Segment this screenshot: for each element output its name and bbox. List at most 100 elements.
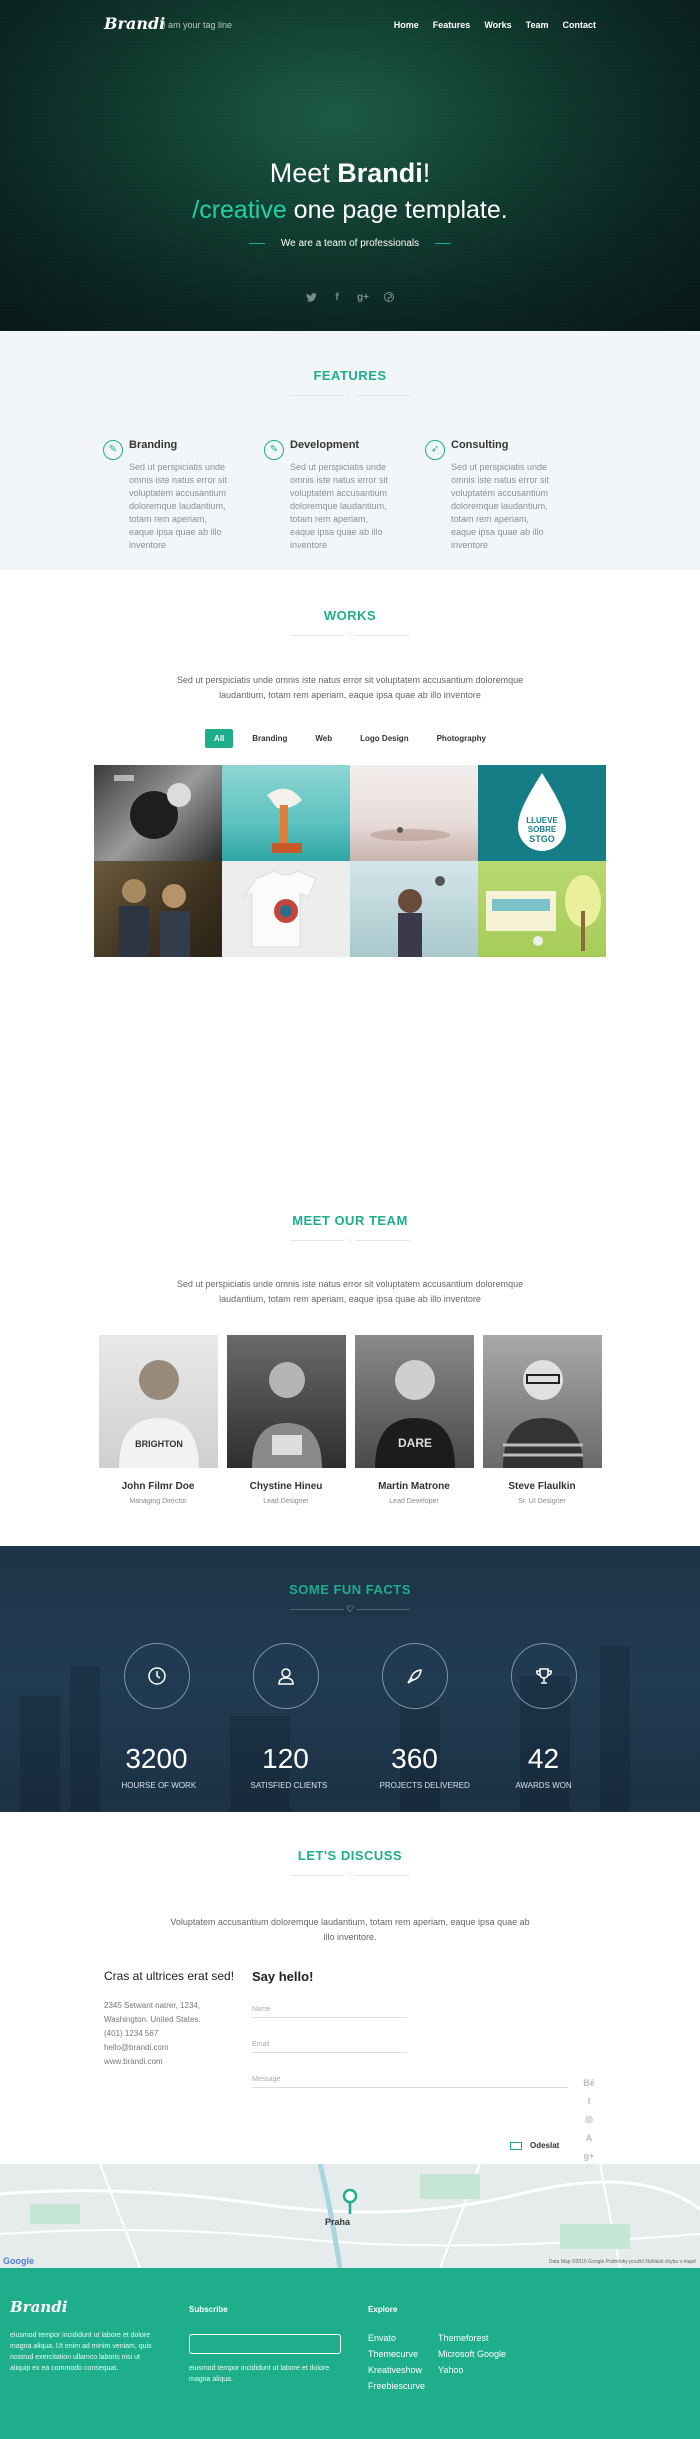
team-member[interactable]: Chystine Hineu Lead Designer <box>226 1335 346 1505</box>
subscribe-text: eiusmod tempor incididunt ut labore et d… <box>189 2365 330 2383</box>
behance-icon[interactable]: Bē <box>583 2078 595 2088</box>
discuss-title: LET'S DISCUSS <box>297 1848 403 1863</box>
envato-icon[interactable]: A <box>583 2133 595 2143</box>
portfolio-item-gorilla[interactable] <box>94 765 222 861</box>
team-member[interactable]: Steve Flaulkin Sr. UI Designer <box>482 1335 602 1505</box>
map-attribution[interactable]: Data Map ©2016 Google Podmínky použití N… <box>549 2259 696 2265</box>
footer-link[interactable]: Themecurve <box>368 2349 425 2359</box>
portfolio-item-tshirt[interactable] <box>222 861 350 957</box>
nav-contact[interactable]: Contact <box>563 20 597 30</box>
name-field[interactable]: Name <box>252 2000 407 2018</box>
svg-text:STGO: STGO <box>529 834 555 844</box>
portfolio-item-poster[interactable]: LLUEVE SOBRE STGO <box>478 765 606 861</box>
twitter-icon[interactable] <box>304 290 318 304</box>
rocket-icon <box>381 1643 448 1709</box>
portfolio-item-girl[interactable] <box>350 861 478 957</box>
title-divider: ♡ <box>290 1234 410 1246</box>
email-field[interactable]: Email <box>252 2035 407 2053</box>
nav-home[interactable]: Home <box>394 20 419 30</box>
member-role: Lead Developer <box>389 1498 439 1505</box>
feature-branding: ✎ Branding Sed ut perspiciatis unde omni… <box>103 439 234 552</box>
feature-consulting: ➶ Consulting Sed ut perspiciatis unde om… <box>425 439 556 552</box>
nav-works[interactable]: Works <box>484 20 511 30</box>
footer-link[interactable]: Kreativeshow <box>368 2365 425 2375</box>
facebook-icon[interactable]: f <box>330 290 344 304</box>
title-divider: ♡ <box>290 1869 410 1881</box>
svg-text:DARE: DARE <box>397 1436 431 1450</box>
footer-link[interactable]: Freebiescurve <box>368 2381 425 2391</box>
footer-link[interactable]: Themeforest <box>438 2333 506 2343</box>
logo[interactable]: Brandi <box>104 14 165 33</box>
team-intro: Sed ut perspiciatis unde omnis iste natu… <box>176 1279 524 1304</box>
heart-icon: ♡ <box>344 1603 356 1615</box>
portfolio-filters: All Branding Web Logo Design Photography <box>0 729 700 748</box>
fact-projects: 360 PROJECTS DELIVERED <box>380 1643 470 1790</box>
member-role: Lead Designer <box>263 1498 309 1505</box>
team-member[interactable]: BRIGHTON John Filmr Doe Managing Directo… <box>98 1335 218 1505</box>
member-name: Chystine Hineu <box>249 1481 323 1492</box>
svg-text:BRIGHTON: BRIGHTON <box>135 1439 183 1449</box>
works-section: WORKS ♡ Sed ut perspiciatis unde omnis i… <box>0 570 700 1213</box>
message-field[interactable]: Message <box>252 2070 568 2088</box>
member-photo <box>482 1335 602 1468</box>
member-photo: BRIGHTON <box>98 1335 218 1468</box>
website-link[interactable]: www.brandi.com <box>104 2055 244 2069</box>
footer: Brandi eiusmod tempor incididunt ut labo… <box>0 2268 700 2439</box>
portfolio-item-soldiers[interactable] <box>94 861 222 957</box>
dribbble-icon[interactable]: ◎ <box>583 2114 595 2125</box>
contact-form: Say hello! Name Email Message <box>252 1969 568 2105</box>
works-intro: Sed ut perspiciatis unde omnis iste natu… <box>176 675 524 700</box>
email-link[interactable]: hello@brandi.com <box>104 2041 244 2055</box>
filter-all[interactable]: All <box>205 729 234 748</box>
nav-features[interactable]: Features <box>433 20 471 30</box>
portfolio-item-pelican[interactable] <box>222 765 350 861</box>
pencil-icon: ✎ <box>103 440 123 460</box>
fact-awards: 42 AWARDS WON <box>509 1643 579 1790</box>
pinterest-icon[interactable] <box>382 290 396 304</box>
svg-text:LLUEVE: LLUEVE <box>526 816 558 825</box>
address-line: Washington. United States. <box>104 2015 201 2024</box>
heart-icon: ♡ <box>344 1869 356 1881</box>
heart-icon: ♡ <box>344 629 356 641</box>
footer-link[interactable]: Microsoft Google <box>438 2349 506 2359</box>
fact-label: SATISFIED CLIENTS <box>250 1781 328 1790</box>
footer-about: eiusmod tempor incididunt ut labore et d… <box>10 2332 152 2372</box>
fact-label: HOURSE OF WORK <box>121 1781 197 1790</box>
filter-branding[interactable]: Branding <box>243 729 296 748</box>
twitter-icon[interactable]: t <box>583 2096 595 2106</box>
portfolio-item-illustration[interactable] <box>478 861 606 957</box>
nav-team[interactable]: Team <box>526 20 549 30</box>
title-divider: ♡ <box>290 629 410 641</box>
filter-photography[interactable]: Photography <box>428 729 495 748</box>
subscribe-input[interactable] <box>189 2334 341 2354</box>
feature-text: Sed ut perspiciatis unde omnis iste natu… <box>129 462 228 550</box>
google-plus-icon[interactable]: g+ <box>583 2151 595 2161</box>
map-section[interactable]: Praha Google Data Map ©2016 Google Podmí… <box>0 2164 700 2268</box>
member-photo <box>226 1335 346 1468</box>
team-member[interactable]: DARE Martin Matrone Lead Developer <box>354 1335 474 1505</box>
form-heading: Say hello! <box>252 1969 314 1984</box>
fact-hours: 3200 HOURSE OF WORK <box>121 1643 197 1790</box>
subscribe-title: Subscribe <box>189 2305 228 2314</box>
map-city-label: Praha <box>325 2217 351 2227</box>
portfolio-item-beach[interactable] <box>350 765 478 861</box>
filter-logo-design[interactable]: Logo Design <box>351 729 417 748</box>
google-plus-icon[interactable]: g+ <box>356 290 370 304</box>
title-divider: ♡ <box>290 389 410 401</box>
footer-link[interactable]: Envato <box>368 2333 425 2343</box>
feature-title: Development <box>290 439 360 451</box>
feature-text: Sed ut perspiciatis unde omnis iste natu… <box>290 462 389 550</box>
footer-logo[interactable]: Brandi <box>10 2298 67 2316</box>
hero-heading: Meet Brandi! <box>269 158 431 188</box>
explore-title: Explore <box>368 2305 398 2314</box>
hero-tagline: We are a team of professionals <box>0 238 700 249</box>
user-icon <box>252 1643 319 1709</box>
team-title: MEET OUR TEAM <box>292 1213 408 1228</box>
main-nav: Home Features Works Team Contact <box>394 20 596 30</box>
footer-link[interactable]: Yahoo <box>438 2365 506 2375</box>
contact-section: LET'S DISCUSS ♡ Voluptatem accusantium d… <box>0 1812 700 2164</box>
address-line: 2345 Setwant natrer, 1234, <box>104 2001 201 2010</box>
envelope-icon <box>510 2141 522 2150</box>
send-button[interactable]: Odeslat <box>510 2141 559 2150</box>
filter-web[interactable]: Web <box>306 729 341 748</box>
